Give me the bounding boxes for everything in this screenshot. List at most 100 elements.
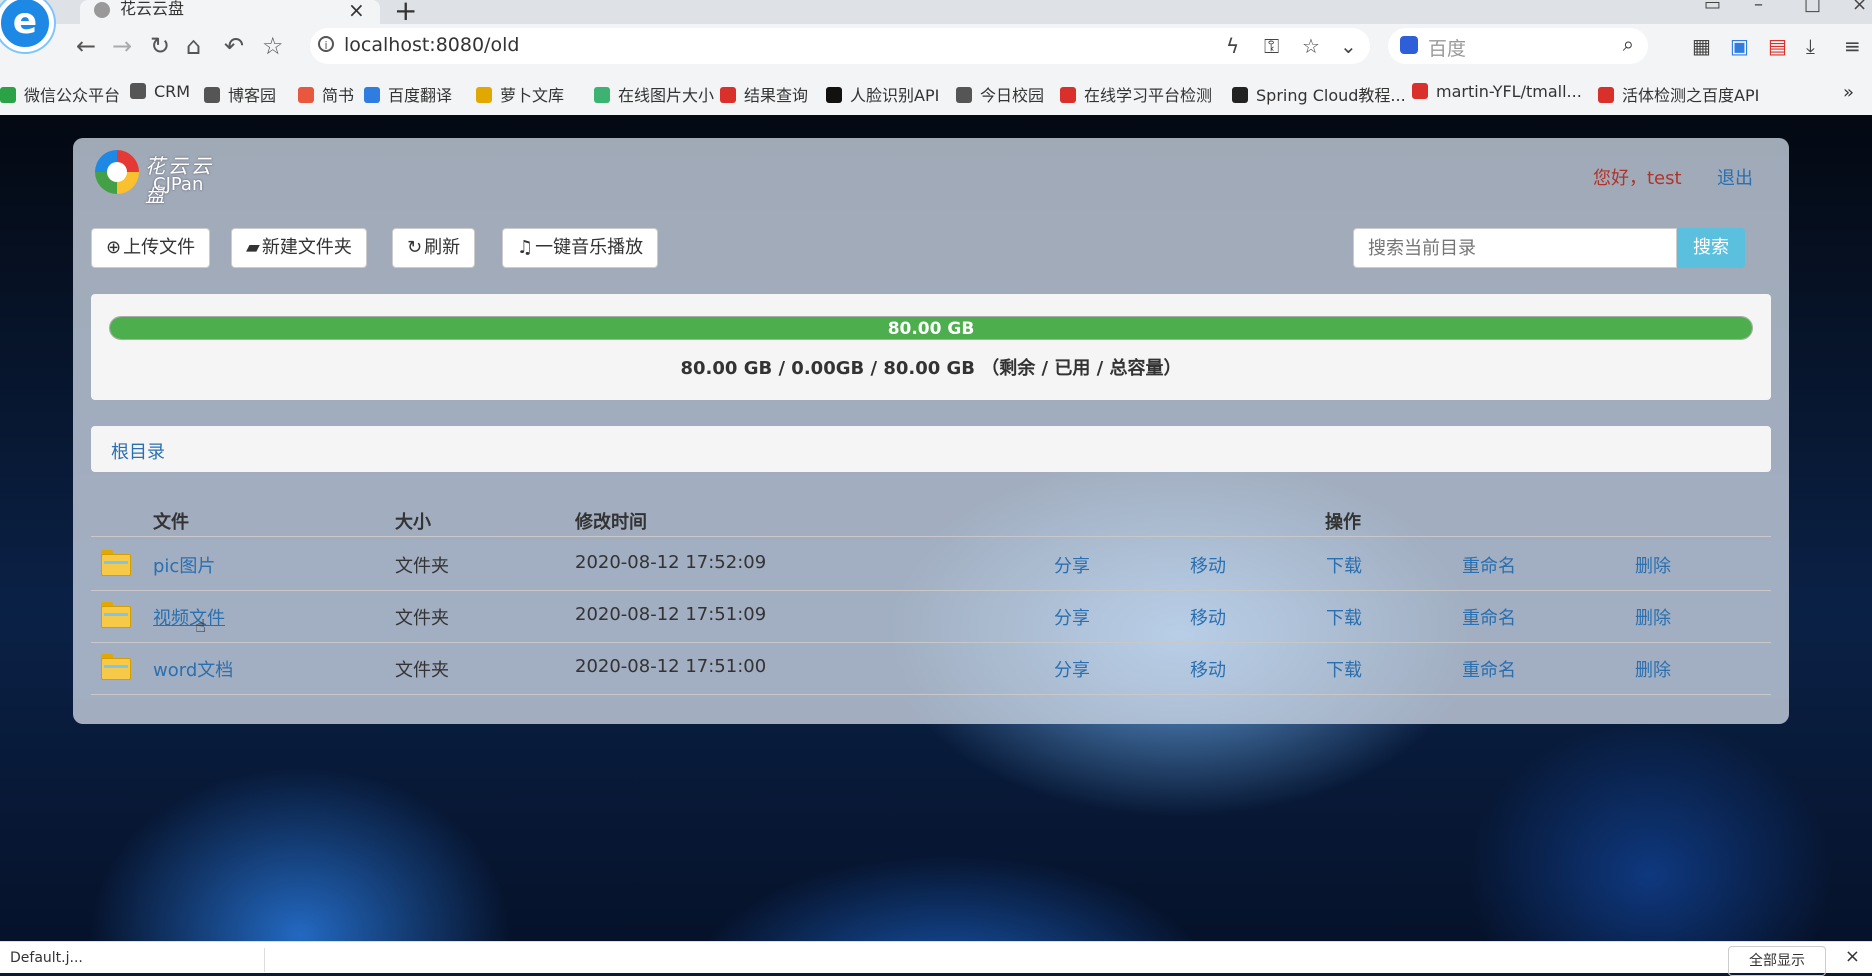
bookmark-item[interactable]: 人脸识别API [826, 82, 939, 106]
folder-icon [101, 550, 131, 576]
upload-button[interactable]: ⊕ 上传文件 [91, 228, 211, 268]
minimize-icon[interactable]: – [1754, 0, 1763, 15]
download-link[interactable]: 下载 [1326, 656, 1362, 682]
window-menu-icon[interactable]: ▭ [1704, 0, 1721, 15]
bookmark-item[interactable]: 微信公众平台 [0, 82, 120, 106]
bookmark-favicon-icon [204, 87, 220, 103]
tab-close-icon[interactable]: × [348, 0, 365, 22]
file-name-link[interactable]: pic图片 [153, 552, 215, 578]
music-play-button[interactable]: ♫ 一键音乐播放 [502, 228, 659, 268]
download-icon[interactable]: ⤓ [1806, 34, 1815, 58]
file-name-link[interactable]: 视频文件 [153, 604, 225, 630]
move-link[interactable]: 移动 [1190, 552, 1226, 578]
bookmark-label: 萝卜文库 [500, 86, 565, 105]
window-close-icon[interactable]: × [1852, 0, 1867, 15]
bookmark-favicon-icon [1598, 87, 1614, 103]
bookmark-favicon-icon [130, 83, 146, 99]
search-icon[interactable]: ⌕ [1623, 32, 1634, 56]
bookmark-item[interactable]: 结果查询 [720, 82, 808, 106]
bookmark-item[interactable]: CRM [130, 82, 190, 101]
address-bar[interactable]: i localhost:8080/old ϟ ⚿ ☆ ⌄ [310, 28, 1370, 64]
menu-icon[interactable]: ≡ [1844, 34, 1861, 58]
bookmark-item[interactable]: martin-YFL/tmall... [1412, 82, 1582, 101]
bookmark-item[interactable]: 简书 [298, 82, 354, 106]
table-row: 视频文件 文件夹 2020-08-12 17:51:09 分享 移动 下载 重命名 删除 ☝ [91, 590, 1771, 643]
refresh-icon: ↻ [407, 237, 423, 258]
browser-tab[interactable]: 花云云盘 × [80, 0, 380, 24]
new-tab-icon[interactable]: + [394, 0, 417, 27]
file-name-link[interactable]: word文档 [153, 656, 233, 682]
logout-link[interactable]: 退出 [1717, 164, 1753, 190]
download-link[interactable]: 下载 [1326, 552, 1362, 578]
new-folder-button[interactable]: ▰ 新建文件夹 [231, 228, 367, 268]
bookmarks-bar: » 微信公众平台 CRM 博客园 简书 百度翻译 萝卜文库 在线图片大小 结果查询 人脸识别AP… [0, 76, 1872, 108]
bookmark-item[interactable]: 今日校园 [956, 82, 1044, 106]
chevron-down-icon[interactable]: ⌄ [1340, 34, 1357, 58]
bookmark-star-icon[interactable]: ☆ [1302, 34, 1320, 58]
tab-favicon-icon [94, 2, 110, 18]
breadcrumb-root-link[interactable]: 根目录 [111, 438, 165, 464]
browser-search-box[interactable]: 百度 ⌕ [1388, 28, 1648, 64]
bookmark-favicon-icon [720, 87, 736, 103]
bookmark-favicon-icon [826, 87, 842, 103]
folder-icon [101, 602, 131, 628]
file-size: 文件夹 [395, 660, 449, 681]
share-link[interactable]: 分享 [1054, 552, 1090, 578]
storage-usage-panel: 80.00 GB 80.00 GB / 0.00GB / 80.00 GB （剩… [91, 294, 1771, 400]
delete-link[interactable]: 删除 [1635, 656, 1671, 682]
delete-link[interactable]: 删除 [1635, 552, 1671, 578]
directory-search-input[interactable] [1353, 228, 1677, 268]
delete-link[interactable]: 删除 [1635, 604, 1671, 630]
bookmark-item[interactable]: 在线图片大小 [594, 82, 714, 106]
translate-icon[interactable]: ▣ [1730, 34, 1749, 58]
download-bar-close-icon[interactable]: × [1845, 946, 1860, 967]
bookmark-favicon-icon [476, 87, 492, 103]
move-link[interactable]: 移动 [1190, 604, 1226, 630]
bookmark-label: 在线图片大小 [618, 86, 715, 105]
file-modified: 2020-08-12 17:51:00 [575, 656, 767, 677]
lightning-icon[interactable]: ϟ [1226, 34, 1239, 58]
column-operations: 操作 [1325, 512, 1361, 533]
qr-icon[interactable]: ▦ [1692, 34, 1711, 58]
download-item[interactable]: Default.j... [10, 950, 83, 966]
maximize-icon[interactable]: □ [1804, 0, 1821, 15]
key-icon[interactable]: ⚿ [1264, 34, 1279, 58]
refresh-button[interactable]: ↻ 刷新 [392, 228, 476, 268]
move-link[interactable]: 移动 [1190, 656, 1226, 682]
download-link[interactable]: 下载 [1326, 604, 1362, 630]
bookmark-item[interactable]: 活体检测之百度API [1598, 82, 1759, 106]
bookmark-label: 活体检测之百度API [1622, 86, 1760, 105]
bookmark-item[interactable]: 博客园 [204, 82, 276, 106]
rename-link[interactable]: 重命名 [1462, 552, 1516, 578]
favorite-icon[interactable]: ☆ [262, 32, 284, 60]
bookmark-label: Spring Cloud教程... [1256, 86, 1406, 105]
bookmark-label: 微信公众平台 [24, 86, 121, 105]
directory-search-button[interactable]: 搜索 [1677, 228, 1745, 268]
user-greeting: 您好，test [1593, 168, 1682, 189]
hand-cursor-icon: ☝ [195, 616, 206, 637]
pdf-icon[interactable]: ▤ [1768, 34, 1787, 58]
reload-icon[interactable]: ↻ [150, 32, 170, 60]
rename-link[interactable]: 重命名 [1462, 604, 1516, 630]
bookmark-item[interactable]: 在线学习平台检测 [1060, 82, 1212, 106]
forward-icon[interactable]: → [112, 32, 132, 60]
home-icon[interactable]: ⌂ [186, 32, 201, 60]
bookmark-item[interactable]: Spring Cloud教程... [1232, 82, 1406, 106]
share-link[interactable]: 分享 [1054, 656, 1090, 682]
tab-title: 花云云盘 [120, 0, 185, 18]
rename-link[interactable]: 重命名 [1462, 656, 1516, 682]
share-link[interactable]: 分享 [1054, 604, 1090, 630]
bookmark-item[interactable]: 萝卜文库 [476, 82, 564, 106]
site-logo[interactable]: 花云云盘 CJPan [95, 150, 235, 207]
bookmark-favicon-icon [364, 87, 380, 103]
address-url: localhost:8080/old [344, 34, 520, 56]
bookmark-label: 人脸识别API [850, 86, 940, 105]
bookmark-label: 百度翻译 [388, 86, 453, 105]
back-icon[interactable]: ← [76, 32, 96, 60]
site-info-icon[interactable]: i [318, 36, 334, 52]
bookmark-label: martin-YFL/tmall... [1436, 82, 1582, 101]
bookmarks-more-icon[interactable]: » [1843, 82, 1854, 103]
bookmark-item[interactable]: 百度翻译 [364, 82, 452, 106]
undo-icon[interactable]: ↶ [224, 32, 244, 60]
bookmark-label: 博客园 [228, 86, 277, 105]
